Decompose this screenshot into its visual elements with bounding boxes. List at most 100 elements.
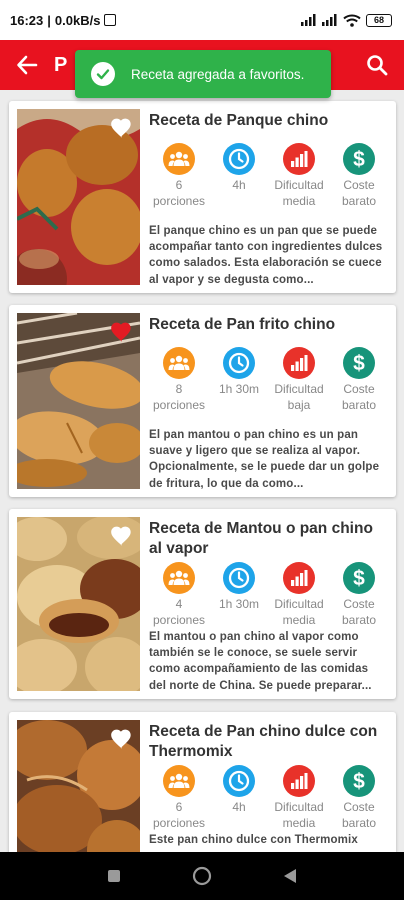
difficulty-value: media <box>282 613 316 627</box>
wifi-icon <box>343 14 361 27</box>
portions-value: 6 <box>175 800 183 814</box>
people-icon <box>163 143 195 175</box>
stat-cost: $ Coste barato <box>329 562 389 628</box>
recipe-stats: 6 porciones 4h Dificultad media $ Coste bar… <box>149 765 389 831</box>
portions-label: porciones <box>152 613 206 627</box>
stat-portions: 4 porciones <box>149 562 209 628</box>
recipe-card[interactable]: Receta de Mantou o pan chino al vapor 4 p… <box>9 509 396 699</box>
stat-time: 1h 30m <box>209 347 269 413</box>
notification-icon <box>104 14 117 26</box>
portions-value: 6 <box>175 178 183 192</box>
system-nav-bar <box>0 852 404 900</box>
home-button[interactable] <box>182 856 222 896</box>
back-button[interactable] <box>0 40 54 90</box>
cost-label: Coste <box>343 597 375 611</box>
recipe-title: Receta de Pan frito chino <box>149 316 336 333</box>
triangle-back-icon <box>284 869 296 883</box>
clock-icon <box>223 562 255 594</box>
favorite-heart-icon[interactable] <box>109 726 135 752</box>
stat-cost: $ Coste barato <box>329 347 389 413</box>
cost-label: Coste <box>343 800 375 814</box>
stat-cost: $ Coste barato <box>329 765 389 831</box>
difficulty-label: Dificultad <box>274 800 324 814</box>
search-icon <box>367 55 388 76</box>
portions-value: 4 <box>175 597 183 611</box>
time-value: 4h <box>232 800 246 814</box>
recipe-list: Receta de Panque chino 6 porciones 4h Dif… <box>0 90 404 852</box>
stat-portions: 8 porciones <box>149 347 209 413</box>
clock-icon <box>223 347 255 379</box>
square-icon <box>108 870 120 882</box>
portions-label: porciones <box>152 816 206 830</box>
stat-time: 1h 30m <box>209 562 269 628</box>
stat-difficulty: Dificultad media <box>269 765 329 831</box>
time-value: 1h 30m <box>218 597 260 611</box>
time-value: 1h 30m <box>218 382 260 396</box>
people-icon <box>163 765 195 797</box>
bar-chart-icon <box>283 143 315 175</box>
favorite-heart-icon[interactable] <box>109 319 135 345</box>
bar-chart-icon <box>283 562 315 594</box>
page-title: P <box>54 53 68 76</box>
recipe-title: Receta de Pan chino dulce con Thermomix <box>149 723 378 760</box>
back-nav-button[interactable] <box>270 856 310 896</box>
home-circle-icon <box>192 866 212 886</box>
recipe-description: El pan mantou o pan chino es un pan suav… <box>149 429 380 490</box>
dollar-icon: $ <box>343 347 375 379</box>
recipe-stats: 4 porciones 1h 30m Dificultad media $ Cost… <box>149 562 389 628</box>
stat-cost: $ Coste barato <box>329 143 389 209</box>
search-button[interactable] <box>362 50 392 80</box>
portions-value: 8 <box>175 382 183 396</box>
difficulty-value: media <box>282 194 316 208</box>
arrow-left-icon <box>17 55 38 75</box>
status-bar: 16:23 | 0.0kB/s 68 <box>0 0 404 40</box>
portions-label: porciones <box>152 398 206 412</box>
recipe-description: El panque chino es un pan que se puede a… <box>149 225 383 286</box>
stat-time: 4h <box>209 143 269 209</box>
clock-icon <box>223 765 255 797</box>
difficulty-label: Dificultad <box>274 597 324 611</box>
recents-button[interactable] <box>94 856 134 896</box>
favorite-heart-icon[interactable] <box>109 523 135 549</box>
recipe-image <box>17 313 140 489</box>
dollar-icon: $ <box>343 765 375 797</box>
difficulty-value: baja <box>287 398 311 412</box>
portions-label: porciones <box>152 194 206 208</box>
people-icon <box>163 562 195 594</box>
difficulty-value: media <box>282 816 316 830</box>
recipe-title: Receta de Panque chino <box>149 112 329 129</box>
stat-difficulty: Dificultad media <box>269 143 329 209</box>
recipe-image <box>17 720 140 852</box>
cost-value: barato <box>341 816 377 830</box>
cost-label: Coste <box>343 382 375 396</box>
people-icon <box>163 347 195 379</box>
signal-icon-2 <box>322 14 337 26</box>
cost-value: barato <box>341 194 377 208</box>
time-value: 4h <box>232 178 246 192</box>
recipe-card[interactable]: Receta de Panque chino 6 porciones 4h Dif… <box>9 101 396 293</box>
signal-icon <box>301 14 316 26</box>
toast: Receta agregada a favoritos. <box>75 50 331 98</box>
cost-label: Coste <box>343 178 375 192</box>
difficulty-label: Dificultad <box>274 382 324 396</box>
cost-value: barato <box>341 613 377 627</box>
recipe-image <box>17 517 140 691</box>
recipe-description: Este pan chino dulce con Thermomix <box>149 834 358 846</box>
recipe-stats: 6 porciones 4h Dificultad media $ Coste bar… <box>149 143 389 209</box>
dollar-icon: $ <box>343 562 375 594</box>
stat-difficulty: Dificultad baja <box>269 347 329 413</box>
cost-value: barato <box>341 398 377 412</box>
clock-icon <box>223 143 255 175</box>
difficulty-label: Dificultad <box>274 178 324 192</box>
recipe-image <box>17 109 140 285</box>
stat-difficulty: Dificultad media <box>269 562 329 628</box>
favorite-heart-icon[interactable] <box>109 115 135 141</box>
recipe-card[interactable]: Receta de Pan chino dulce con Thermomix … <box>9 712 396 852</box>
recipe-stats: 8 porciones 1h 30m Dificultad baja $ Coste… <box>149 347 389 413</box>
recipe-card[interactable]: Receta de Pan frito chino 8 porciones 1h … <box>9 305 396 497</box>
battery-icon: 68 <box>366 13 392 27</box>
toast-message: Receta agregada a favoritos. <box>131 66 305 82</box>
recipe-description: El mantou o pan chino al vapor como tamb… <box>149 631 372 692</box>
status-speed: 0.0kB/s <box>54 12 101 28</box>
status-time: 16:23 <box>10 12 44 28</box>
